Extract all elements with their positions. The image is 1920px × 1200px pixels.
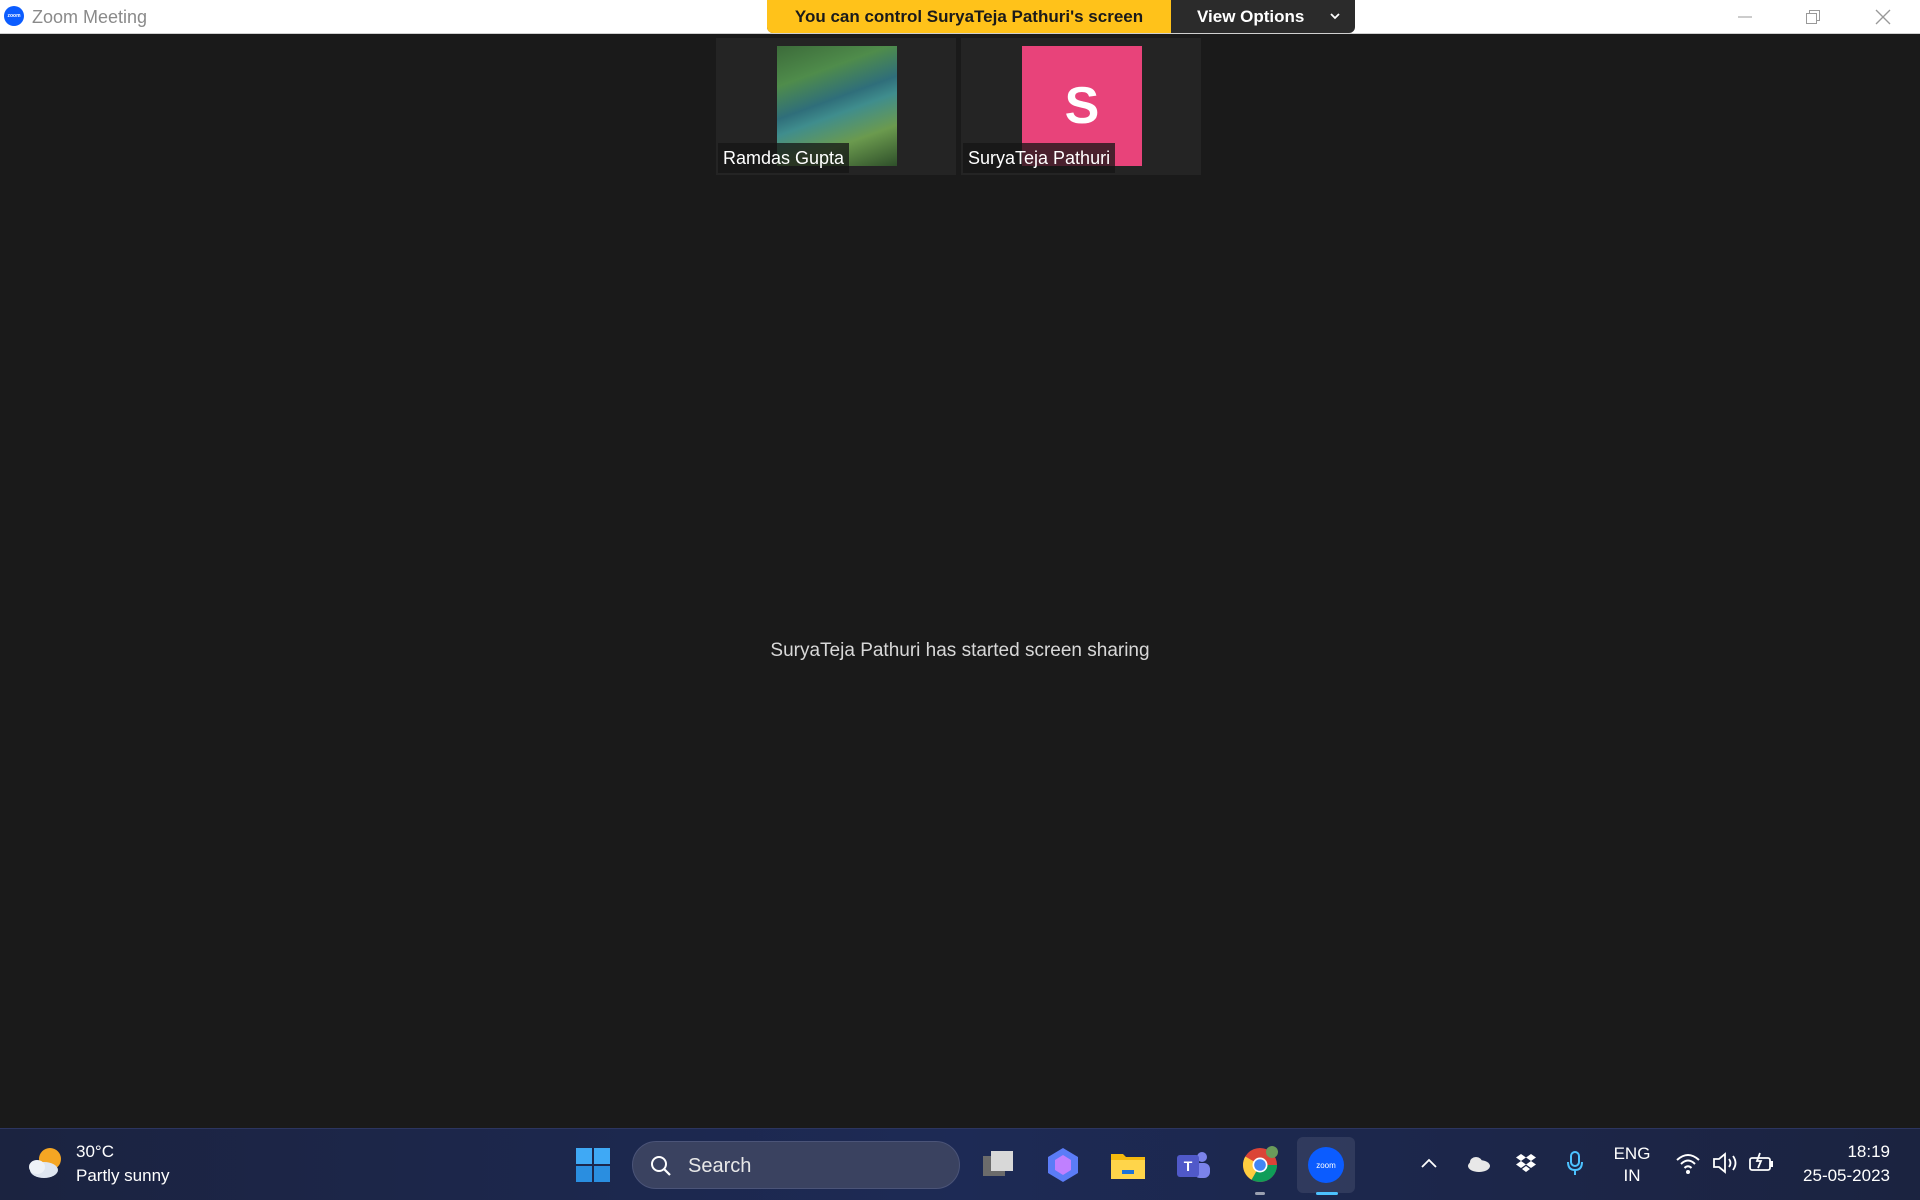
- onedrive-icon[interactable]: [1466, 1154, 1492, 1174]
- participant-tile[interactable]: Ramdas Gupta: [716, 38, 956, 175]
- clock-date[interactable]: 25-05-2023: [1803, 1166, 1890, 1186]
- volume-icon[interactable]: [1712, 1151, 1740, 1175]
- view-options-button[interactable]: View Options: [1171, 0, 1355, 33]
- participant-tile[interactable]: S SuryaTeja Pathuri: [961, 38, 1201, 175]
- clock-time[interactable]: 18:19: [1847, 1142, 1890, 1162]
- search-icon: [651, 1156, 671, 1176]
- start-icon[interactable]: [573, 1145, 613, 1185]
- language-code: ENG: [1613, 1144, 1651, 1163]
- taskbar-search[interactable]: Search: [632, 1141, 960, 1189]
- close-button[interactable]: [1848, 0, 1918, 34]
- close-icon: [1875, 9, 1891, 25]
- chevron-up-icon[interactable]: [1419, 1154, 1439, 1174]
- dropbox-icon[interactable]: [1515, 1152, 1537, 1174]
- svg-text:T: T: [1184, 1158, 1193, 1174]
- remote-control-message: You can control SuryaTeja Pathuri's scre…: [767, 0, 1171, 33]
- battery-charging-icon[interactable]: [1748, 1151, 1776, 1175]
- weather-condition: Partly sunny: [76, 1166, 170, 1185]
- taskbar: 30°C Partly sunny Search T zoom ENG IN 1…: [0, 1128, 1920, 1200]
- zoom-taskbar-button[interactable]: zoom: [1297, 1137, 1355, 1193]
- partly-sunny-icon: [29, 1148, 61, 1178]
- zoom-app-icon: zoom: [4, 6, 24, 26]
- window-title: Zoom Meeting: [32, 7, 148, 27]
- wifi-icon[interactable]: [1675, 1151, 1701, 1175]
- screen-share-status: SuryaTeja Pathuri has started screen sha…: [770, 640, 1150, 661]
- region-code: IN: [1623, 1166, 1641, 1185]
- microphone-icon[interactable]: [1565, 1151, 1585, 1177]
- chrome-icon[interactable]: [1240, 1145, 1280, 1185]
- language-indicator[interactable]: ENG IN: [1610, 1143, 1654, 1187]
- remote-control-banner: You can control SuryaTeja Pathuri's scre…: [767, 0, 1355, 33]
- chevron-down-icon: [1330, 13, 1340, 20]
- zoom-active-indicator: [1316, 1192, 1338, 1195]
- file-explorer-icon[interactable]: [1108, 1145, 1148, 1185]
- minimize-icon: [1738, 16, 1752, 18]
- svg-text:zoom: zoom: [1316, 1161, 1336, 1170]
- restore-icon: [1806, 10, 1820, 24]
- task-view-icon[interactable]: [978, 1145, 1018, 1185]
- view-options-label: View Options: [1197, 7, 1305, 26]
- chrome-running-indicator: [1255, 1192, 1265, 1195]
- teams-icon[interactable]: T: [1173, 1145, 1213, 1185]
- restore-button[interactable]: [1778, 0, 1848, 34]
- weather-temperature: 30°C: [76, 1142, 114, 1161]
- zoom-icon: zoom: [1308, 1147, 1344, 1183]
- minimize-button[interactable]: [1710, 0, 1780, 34]
- search-placeholder: Search: [688, 1155, 752, 1177]
- participant-name: Ramdas Gupta: [718, 143, 850, 173]
- copilot-icon[interactable]: [1043, 1145, 1083, 1185]
- participant-name: SuryaTeja Pathuri: [963, 143, 1116, 173]
